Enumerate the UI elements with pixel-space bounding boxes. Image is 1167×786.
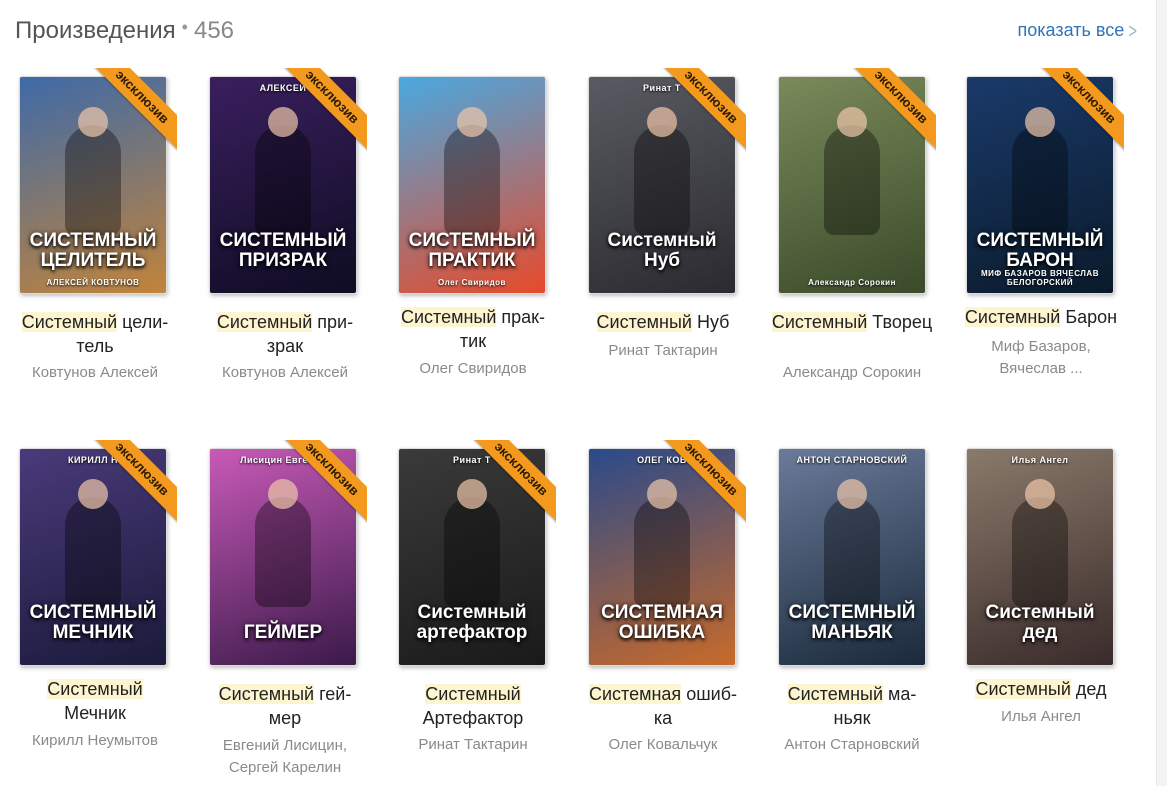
works-header: Произведения • 456 показать все > [15, 14, 1137, 50]
book-title-link[interactable]: Системный Творец [757, 310, 947, 334]
book-title-rest: Нуб [691, 312, 730, 332]
book-title-link[interactable]: Системный Барон [946, 305, 1136, 329]
book-authors-link[interactable]: Ринат Тактарин [568, 340, 758, 362]
book-title-link[interactable]: Системный ма-ньяк [757, 682, 947, 730]
book-cover-link[interactable]: Илья Ангел Системный дед [966, 448, 1114, 666]
cover-figure [824, 497, 880, 607]
book-title-rest: Творец [867, 312, 933, 332]
book-cover-image[interactable]: АНТОН СТАРНОВСКИЙ СИСТЕМНЫЙ МАНЬЯК [778, 448, 926, 666]
separator-dot: • [181, 17, 188, 37]
exclusive-ribbon: эксклюзив [1034, 68, 1124, 152]
book-title-link[interactable]: Системный Мечник [0, 677, 190, 725]
search-highlight: Системный [975, 679, 1071, 699]
book-title-link[interactable]: Системный при-зрак [190, 310, 380, 358]
book-authors-link[interactable]: Миф Базаров, Вячеслав ... [946, 336, 1136, 380]
book-cover-link[interactable]: Ринат Т Системный Нуб эксклюзив [588, 68, 746, 294]
works-count: 456 [193, 17, 235, 44]
exclusive-ribbon-clip: эксклюзив [398, 440, 556, 666]
exclusive-ribbon: эксклюзив [656, 68, 746, 152]
exclusive-ribbon: эксклюзив [656, 440, 746, 524]
book-cover-link[interactable]: Лисицин Евгений ГЕЙМЕР эксклюзив [209, 440, 367, 666]
exclusive-ribbon-clip: эксклюзив [966, 68, 1124, 294]
exclusive-ribbon-clip: эксклюзив [778, 68, 936, 294]
exclusive-ribbon: эксклюзив [87, 440, 177, 524]
book-title-rest: дед [1070, 679, 1107, 699]
search-highlight: Системный [216, 312, 313, 332]
book-authors-link[interactable]: Олег Ковальчук [568, 734, 758, 756]
cover-title-text: СИСТЕМНЫЙ ПРАКТИК [408, 230, 536, 271]
exclusive-ribbon-clip: эксклюзив [19, 440, 177, 666]
cover-title-text: Системный дед [985, 602, 1095, 643]
search-highlight: Системный [964, 307, 1061, 327]
search-highlight: Системная [589, 684, 682, 704]
cover-bottom-text: Олег Свиридов [438, 278, 506, 287]
book-authors-link[interactable]: Ринат Тактарин [378, 734, 568, 756]
book-cover-link[interactable]: АЛЕКСЕЙ СИСТЕМНЫЙ ПРИЗРАК эксклюзив [209, 68, 367, 294]
book-cover-link[interactable]: Александр Сорокин эксклюзив [778, 68, 936, 294]
book-title-link[interactable]: Системный цели-тель [0, 310, 190, 358]
book-authors-link[interactable]: Евгений Лисицин, Сергей Карелин [190, 735, 380, 779]
search-highlight: Системный [425, 684, 521, 704]
exclusive-ribbon-clip: эксклюзив [19, 68, 177, 294]
book-cover-link[interactable]: АНТОН СТАРНОВСКИЙ СИСТЕМНЫЙ МАНЬЯК [778, 448, 926, 666]
exclusive-ribbon: эксклюзив [277, 440, 367, 524]
book-title-link[interactable]: Системный Артефактор [378, 682, 568, 730]
exclusive-ribbon: эксклюзив [277, 68, 367, 152]
cover-author-text: Илья Ангел [1011, 455, 1069, 465]
search-highlight: Системный [771, 312, 868, 332]
exclusive-ribbon-clip: эксклюзив [209, 440, 367, 666]
book-cover-link[interactable]: СИСТЕМНЫЙ БАРОН МИФ БАЗАРОВ ВЯЧЕСЛАВ БЕЛО… [966, 68, 1124, 294]
search-highlight: Системный [47, 679, 143, 699]
book-cover-image[interactable]: Илья Ангел Системный дед [966, 448, 1114, 666]
book-title-rest: Барон [1060, 307, 1118, 327]
book-title-rest: Артефактор [422, 708, 524, 728]
exclusive-ribbon: эксклюзив [87, 68, 177, 152]
book-authors-link[interactable]: Ковтунов Алексей [190, 362, 380, 384]
book-title-link[interactable]: Системный прак-тик [378, 305, 568, 353]
cover-figure [444, 125, 500, 235]
scrollbar[interactable] [1156, 0, 1167, 786]
search-highlight: Системный [218, 684, 315, 704]
exclusive-ribbon: эксклюзив [466, 440, 556, 524]
chevron-right-icon: > [1128, 19, 1137, 44]
exclusive-ribbon-clip: эксклюзив [588, 68, 746, 294]
book-cover-image[interactable]: СИСТЕМНЫЙ ПРАКТИК Олег Свиридов [398, 76, 546, 294]
book-title-link[interactable]: Системный гей-мер [190, 682, 380, 730]
book-title-rest: Мечник [64, 703, 126, 723]
book-cover-link[interactable]: ОЛЕГ КОВ СИСТЕМНАЯ ОШИБКА эксклюзив [588, 440, 746, 666]
search-highlight: Системный [596, 312, 692, 332]
book-cover-link[interactable]: КИРИЛЛ Н СИСТЕМНЫЙ МЕЧНИК эксклюзив [19, 440, 177, 666]
section-title: Произведения • 456 [15, 14, 234, 49]
search-highlight: Системный [787, 684, 884, 704]
book-cover-link[interactable]: СИСТЕМНЫЙ ЦЕЛИТЕЛЬ АЛЕКСЕЙ КОВТУНОВ эксклю… [19, 68, 177, 294]
show-all-label: показать все [1017, 20, 1125, 40]
cover-figure-head [837, 479, 867, 509]
section-title-text: Произведения [15, 17, 176, 44]
book-authors-link[interactable]: Александр Сорокин [757, 362, 947, 384]
book-cover-link[interactable]: СИСТЕМНЫЙ ПРАКТИК Олег Свиридов [398, 76, 546, 294]
book-authors-link[interactable]: Олег Свиридов [378, 358, 568, 380]
search-highlight: Системный [400, 307, 497, 327]
book-authors-link[interactable]: Ковтунов Алексей [0, 362, 190, 384]
book-authors-link[interactable]: Илья Ангел [946, 706, 1136, 728]
cover-title-text: СИСТЕМНЫЙ МАНЬЯК [788, 602, 916, 643]
cover-author-text: АНТОН СТАРНОВСКИЙ [796, 455, 908, 465]
exclusive-ribbon: эксклюзив [846, 68, 936, 152]
show-all-link[interactable]: показать все > [1017, 19, 1137, 44]
book-authors-link[interactable]: Антон Старновский [757, 734, 947, 756]
book-title-link[interactable]: Системная ошиб-ка [568, 682, 758, 730]
cover-figure-head [457, 107, 487, 137]
cover-figure [1012, 497, 1068, 607]
exclusive-ribbon-clip: эксклюзив [209, 68, 367, 294]
book-title-link[interactable]: Системный Нуб [568, 310, 758, 334]
search-highlight: Системный [21, 312, 118, 332]
cover-figure-head [1025, 479, 1055, 509]
exclusive-ribbon-clip: эксклюзив [588, 440, 746, 666]
book-authors-link[interactable]: Кирилл Неумытов [0, 730, 190, 752]
book-cover-link[interactable]: Ринат Т Системный артефактор эксклюзив [398, 440, 556, 666]
book-title-link[interactable]: Системный дед [946, 677, 1136, 701]
